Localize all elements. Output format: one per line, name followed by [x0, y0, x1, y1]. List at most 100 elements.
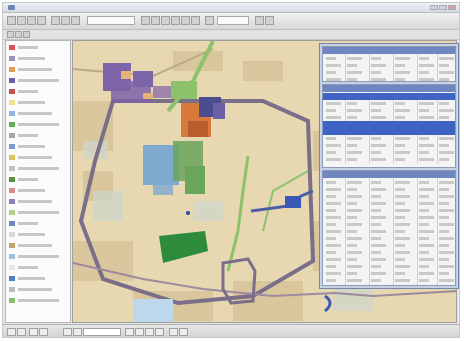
print-icon[interactable]: [37, 16, 46, 25]
table-cell[interactable]: [439, 230, 449, 233]
table-cell[interactable]: [326, 116, 341, 119]
table-cell[interactable]: [439, 272, 449, 275]
table-cell[interactable]: [371, 230, 386, 233]
table-cell[interactable]: [395, 258, 405, 261]
zoom-out-icon[interactable]: [151, 16, 160, 25]
table-cell[interactable]: [326, 188, 341, 191]
table-cell[interactable]: [419, 279, 429, 282]
table-cell[interactable]: [326, 57, 336, 60]
table-cell[interactable]: [439, 57, 454, 60]
hyperlink-icon[interactable]: [265, 16, 274, 25]
table-cell[interactable]: [326, 251, 336, 254]
table-cell[interactable]: [395, 102, 405, 105]
table-cell[interactable]: [419, 116, 434, 119]
table-cell[interactable]: [347, 244, 357, 247]
table-cell[interactable]: [395, 188, 405, 191]
draw-font-icon[interactable]: [155, 328, 164, 336]
table-cell[interactable]: [326, 158, 341, 161]
table-cell[interactable]: [395, 265, 410, 268]
table-cell[interactable]: [347, 109, 362, 112]
table-cell[interactable]: [395, 237, 410, 240]
toc-selection-icon[interactable]: [23, 31, 30, 38]
table-cell[interactable]: [347, 251, 362, 254]
draw-rotate-icon[interactable]: [73, 328, 82, 336]
table-cell[interactable]: [371, 237, 381, 240]
table-cell[interactable]: [326, 102, 341, 105]
table-cell[interactable]: [326, 279, 336, 282]
table-cell[interactable]: [419, 78, 434, 81]
table-cell[interactable]: [326, 78, 341, 81]
table-cell[interactable]: [371, 265, 381, 268]
table-cell[interactable]: [419, 265, 429, 268]
table-cell[interactable]: [439, 244, 449, 247]
table-cell[interactable]: [326, 244, 341, 247]
table-cell[interactable]: [419, 251, 429, 254]
pan-icon[interactable]: [161, 16, 170, 25]
table-cell[interactable]: [371, 57, 381, 60]
table-cell[interactable]: [347, 116, 357, 119]
new-icon[interactable]: [7, 16, 16, 25]
draw-line-icon[interactable]: [145, 328, 154, 336]
table-cell[interactable]: [326, 230, 341, 233]
table-cell[interactable]: [439, 237, 454, 240]
table-cell[interactable]: [395, 195, 410, 198]
table-cell[interactable]: [347, 144, 357, 147]
table-cell[interactable]: [419, 209, 429, 212]
table-cell[interactable]: [419, 258, 434, 261]
table-cell[interactable]: [395, 251, 410, 254]
layer-dropdown[interactable]: [217, 16, 249, 25]
table-cell[interactable]: [439, 216, 449, 219]
table-cell[interactable]: [439, 137, 454, 140]
table-cell[interactable]: [439, 78, 449, 81]
table-cell[interactable]: [326, 237, 336, 240]
table-cell[interactable]: [439, 223, 454, 226]
table-cell[interactable]: [371, 279, 381, 282]
table-cell[interactable]: [419, 223, 429, 226]
table-cell[interactable]: [439, 251, 454, 254]
table-cell[interactable]: [419, 195, 429, 198]
table-cell[interactable]: [347, 272, 357, 275]
table-cell[interactable]: [419, 188, 434, 191]
table-cell[interactable]: [439, 71, 454, 74]
table-cell[interactable]: [419, 64, 434, 67]
table-cell[interactable]: [395, 272, 405, 275]
table-cell[interactable]: [347, 71, 362, 74]
table-cell[interactable]: [347, 237, 362, 240]
table-cell[interactable]: [439, 195, 454, 198]
table-cell[interactable]: [395, 202, 405, 205]
table-cell[interactable]: [419, 151, 429, 154]
table-cell[interactable]: [395, 137, 410, 140]
attribute-table-top[interactable]: [322, 46, 456, 82]
attribute-table-middle[interactable]: [322, 84, 456, 168]
table-cell[interactable]: [371, 251, 381, 254]
table-cell[interactable]: [439, 116, 449, 119]
minimize-button[interactable]: [430, 5, 438, 10]
table-cell[interactable]: [326, 71, 336, 74]
table-cell[interactable]: [439, 258, 449, 261]
select-icon[interactable]: [191, 16, 200, 25]
maximize-button[interactable]: [439, 5, 447, 10]
table-cell[interactable]: [395, 209, 410, 212]
save-icon[interactable]: [27, 16, 36, 25]
table-cell[interactable]: [326, 209, 336, 212]
table-cell[interactable]: [371, 202, 386, 205]
table-cell[interactable]: [347, 202, 357, 205]
table-cell[interactable]: [347, 265, 362, 268]
copy-icon[interactable]: [61, 16, 70, 25]
table-cell[interactable]: [419, 144, 434, 147]
table-cell[interactable]: [347, 216, 357, 219]
table-cell[interactable]: [439, 64, 449, 67]
table-cell[interactable]: [371, 216, 386, 219]
table-cell[interactable]: [371, 195, 381, 198]
table-cell[interactable]: [395, 223, 410, 226]
table-cell[interactable]: [347, 102, 357, 105]
table-cell[interactable]: [395, 64, 405, 67]
table-cell[interactable]: [419, 230, 434, 233]
open-icon[interactable]: [17, 16, 26, 25]
draw-fill-icon[interactable]: [135, 328, 144, 336]
table-cell[interactable]: [326, 181, 336, 184]
table-cell[interactable]: [419, 71, 429, 74]
table-cell[interactable]: [347, 188, 357, 191]
table-cell[interactable]: [326, 144, 341, 147]
draw-shape-dropdown[interactable]: [83, 328, 121, 336]
